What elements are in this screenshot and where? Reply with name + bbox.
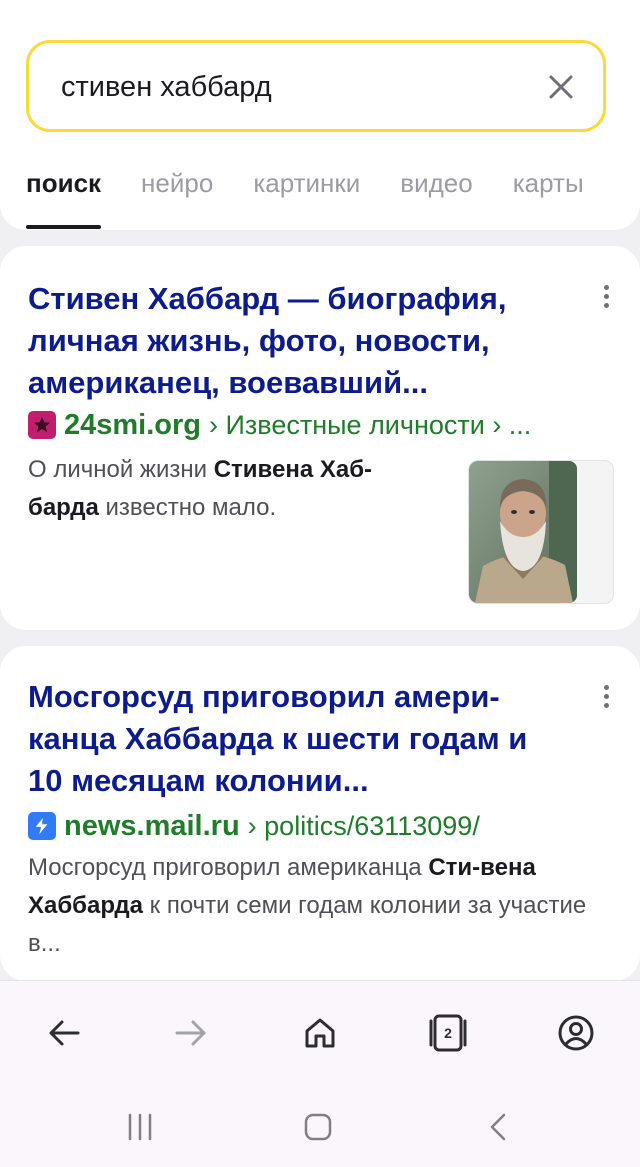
search-result-card: Мосгорсуд приговорил амери-канца Хаббард… <box>0 646 640 981</box>
result-title[interactable]: Мосгорсуд приговорил амери-канца Хаббард… <box>28 676 568 802</box>
arrow-left-icon <box>49 1020 80 1046</box>
system-home-button[interactable] <box>296 1105 340 1149</box>
site-favicon <box>28 411 56 439</box>
tabs-button[interactable]: 2 <box>424 1009 472 1057</box>
kebab-dot-icon <box>603 702 609 708</box>
tab-search[interactable]: поиск <box>26 168 102 229</box>
lightning-icon <box>35 817 48 835</box>
result-domain-link[interactable]: 24smi.org <box>64 409 201 442</box>
system-back-button[interactable] <box>476 1105 520 1149</box>
kebab-dot-icon <box>603 302 609 308</box>
back-button[interactable] <box>40 1009 88 1057</box>
kebab-dot-icon <box>603 684 609 690</box>
close-icon <box>549 75 573 99</box>
browser-bottom-bar: 2 <box>0 980 640 1086</box>
recent-apps-icon <box>128 1113 152 1141</box>
search-query-text[interactable]: стивен хаббард <box>61 71 272 104</box>
home-square-icon <box>304 1113 332 1141</box>
account-icon <box>558 1015 594 1051</box>
chevron-left-icon <box>490 1113 506 1141</box>
tabs-count: 2 <box>444 1025 452 1041</box>
result-snippet: О личной жизни Стивена Хаб-барда известн… <box>28 456 373 521</box>
search-input[interactable]: стивен хаббард <box>26 40 606 132</box>
system-navigation-bar <box>0 1085 640 1167</box>
result-title[interactable]: Стивен Хаббард — биография, личная жизнь… <box>28 278 568 404</box>
result-source: news.mail.ru › politics/63113099/ <box>28 808 480 844</box>
star-icon <box>33 416 51 433</box>
clear-search-button[interactable] <box>539 65 583 109</box>
result-domain-link[interactable]: news.mail.ru <box>64 810 240 843</box>
tab-neuro[interactable]: нейро <box>141 168 213 199</box>
tab-video[interactable]: видео <box>400 168 472 199</box>
result-thumbnail[interactable] <box>468 460 614 604</box>
kebab-dot-icon <box>603 293 609 299</box>
result-breadcrumb-path[interactable]: › politics/63113099/ <box>248 811 480 842</box>
search-result-card: Стивен Хаббард — биография, личная жизнь… <box>0 246 640 630</box>
forward-button[interactable] <box>167 1009 215 1057</box>
home-icon <box>305 1018 335 1048</box>
result-breadcrumb-path[interactable]: › Известные личности › ... <box>209 410 531 441</box>
result-menu-button[interactable] <box>592 276 620 316</box>
search-tabs: поиск нейро картинки видео карты <box>26 168 624 230</box>
arrow-right-icon <box>175 1020 206 1046</box>
result-menu-button[interactable] <box>592 676 620 716</box>
portrait-photo <box>469 461 577 603</box>
kebab-dot-icon <box>603 693 609 699</box>
result-source: 24smi.org › Известные личности › ... <box>28 407 531 443</box>
search-header: стивен хаббард поиск нейро картинки видео ка… <box>0 0 640 230</box>
tab-maps[interactable]: карты <box>513 168 584 199</box>
profile-button[interactable] <box>552 1009 600 1057</box>
kebab-dot-icon <box>603 284 609 290</box>
tab-images[interactable]: картинки <box>253 168 360 199</box>
recent-apps-button[interactable] <box>118 1105 162 1149</box>
home-button[interactable] <box>296 1009 344 1057</box>
result-snippet: Мосгорсуд приговорил американца Сти-вена… <box>28 854 587 957</box>
site-favicon <box>28 812 56 840</box>
